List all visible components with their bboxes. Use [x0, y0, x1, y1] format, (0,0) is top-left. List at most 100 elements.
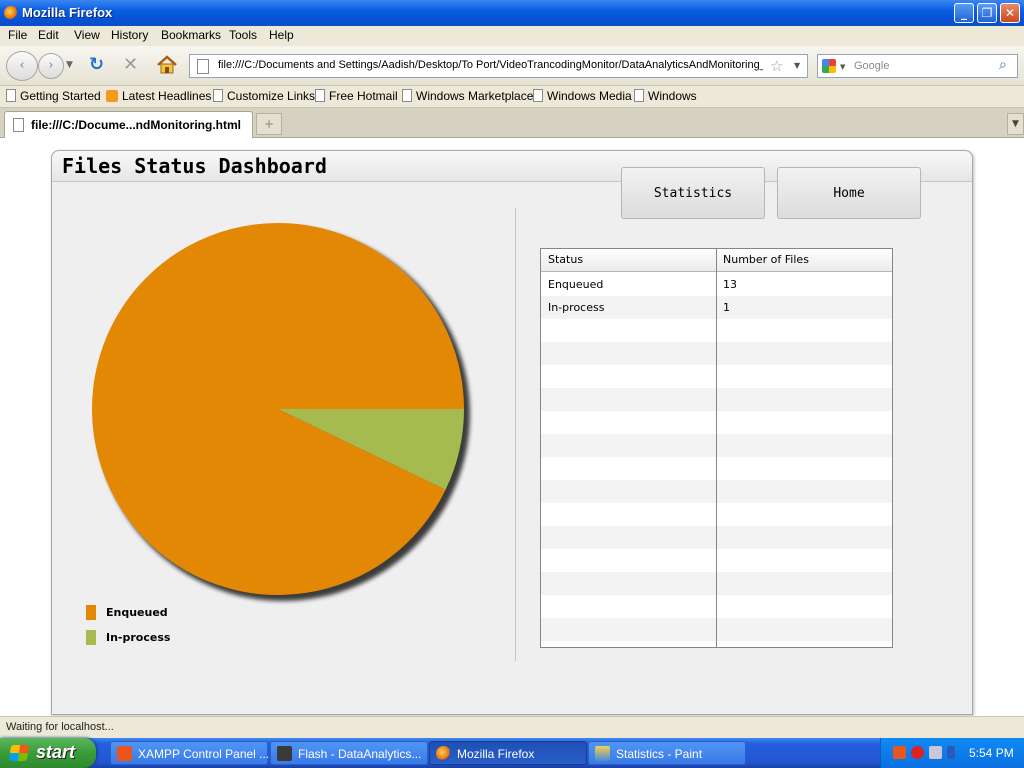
page-icon: [634, 89, 644, 102]
menu-history[interactable]: History: [111, 28, 148, 42]
page-icon: [213, 89, 223, 102]
network-icon[interactable]: [929, 746, 942, 759]
search-icon[interactable]: ⌕: [999, 57, 1007, 73]
paint-icon: [595, 746, 610, 761]
reload-icon[interactable]: ↻: [89, 55, 109, 75]
menu-view[interactable]: View: [74, 28, 100, 42]
security-icon[interactable]: [911, 746, 924, 759]
tab-list-button[interactable]: ▼: [1007, 113, 1024, 135]
url-dropdown-icon[interactable]: ▼: [794, 61, 800, 70]
clock: 5:54 PM: [969, 746, 1014, 760]
windows-logo-icon: [8, 745, 30, 761]
cell-number-of-files: 13: [723, 278, 737, 291]
pie-slice-enqueued: [91, 222, 464, 595]
page-icon: [533, 89, 543, 102]
taskbar-item-label: XAMPP Control Panel ...: [138, 747, 270, 761]
page-icon: [13, 118, 24, 132]
bookmark-label: Windows Marketplace: [416, 89, 534, 103]
search-engine-dropdown-icon[interactable]: ▼: [840, 63, 845, 71]
legend-item-enqueued: Enqueued: [86, 605, 196, 621]
page-icon: [315, 89, 325, 102]
url-text: file:///C:/Documents and Settings/Aadish…: [218, 59, 763, 71]
page-icon: [197, 59, 209, 74]
battery-icon[interactable]: [947, 746, 955, 759]
page-icon: [402, 89, 412, 102]
bookmark-label: Windows: [648, 89, 697, 103]
bookmark-label: Customize Links: [227, 89, 316, 103]
search-placeholder: Google: [854, 60, 890, 72]
url-bar[interactable]: file:///C:/Documents and Settings/Aadish…: [189, 54, 808, 78]
bookmark-windows-media[interactable]: Windows Media: [533, 89, 632, 103]
flash-icon: [277, 746, 292, 761]
status-text: Waiting for localhost...: [6, 721, 114, 733]
start-button[interactable]: start: [0, 738, 96, 768]
home-icon[interactable]: [156, 54, 178, 76]
google-icon[interactable]: [822, 59, 836, 73]
menu-bookmarks[interactable]: Bookmarks: [161, 28, 221, 42]
legend-label: Enqueued: [106, 606, 168, 619]
menu-help[interactable]: Help: [269, 28, 294, 42]
status-bar: Waiting for localhost...: [0, 716, 1024, 738]
xampp-icon: [117, 746, 132, 761]
new-tab-button[interactable]: +: [256, 113, 282, 135]
firefox-icon: [436, 746, 451, 761]
bookmark-label: Windows Media: [547, 89, 632, 103]
bookmark-customize-links[interactable]: Customize Links: [213, 89, 315, 103]
tab-active[interactable]: file:///C:/Docume...ndMonitoring.html: [4, 111, 253, 138]
bookmark-label: Free Hotmail: [329, 89, 398, 103]
bookmark-getting-started[interactable]: Getting Started: [6, 89, 101, 103]
dashboard-title: Files Status Dashboard: [62, 154, 327, 178]
cell-number-of-files: 1: [723, 301, 730, 314]
column-divider: [716, 249, 717, 647]
bookmark-label: Getting Started: [20, 89, 101, 103]
taskbar-item-label: Statistics - Paint: [616, 747, 703, 761]
minimize-button[interactable]: _: [954, 3, 974, 23]
page-icon: [6, 89, 16, 102]
status-table: Status Number of Files Enqueued 13 In-proc…: [540, 248, 893, 648]
firefox-icon: [4, 6, 18, 20]
cell-status: Enqueued: [548, 278, 604, 291]
window-title: Mozilla Firefox: [22, 5, 113, 20]
legend-swatch: [86, 630, 96, 645]
close-button[interactable]: ✕: [1000, 3, 1020, 23]
bookmarks-toolbar: Getting Started Latest Headlines Customi…: [0, 86, 1024, 108]
bookmark-label: Latest Headlines: [122, 89, 212, 103]
menu-file[interactable]: File: [8, 28, 27, 42]
maximize-button[interactable]: ❐: [977, 3, 997, 23]
taskbar-item-flash[interactable]: Flash - DataAnalytics...: [270, 741, 428, 765]
legend-label: In-process: [106, 631, 171, 644]
menu-tools[interactable]: Tools: [229, 28, 257, 42]
bookmark-star-icon[interactable]: ☆: [770, 57, 783, 75]
menu-edit[interactable]: Edit: [38, 28, 59, 42]
history-dropdown-icon[interactable]: ▼: [66, 60, 73, 70]
bookmark-windows[interactable]: Windows: [634, 89, 697, 103]
xampp-tray-icon[interactable]: [893, 746, 906, 759]
home-button[interactable]: Home: [777, 167, 921, 219]
panel-divider: [515, 208, 516, 661]
taskbar-item-paint[interactable]: Statistics - Paint: [588, 741, 746, 765]
taskbar-item-label: Flash - DataAnalytics...: [298, 747, 422, 761]
column-header-status[interactable]: Status: [548, 253, 583, 266]
cell-status: In-process: [548, 301, 605, 314]
legend-item-in-process: In-process: [86, 630, 196, 646]
column-header-number-of-files[interactable]: Number of Files: [723, 253, 809, 266]
taskbar-item-label: Mozilla Firefox: [457, 747, 535, 761]
status-pie-chart: [91, 222, 470, 601]
menu-bar: File Edit View History Bookmarks Tools H…: [0, 26, 1024, 46]
tab-label: file:///C:/Docume...ndMonitoring.html: [31, 118, 241, 132]
rss-icon: [106, 90, 118, 102]
forward-button[interactable]: ›: [38, 53, 64, 79]
bookmark-latest-headlines[interactable]: Latest Headlines: [106, 89, 211, 103]
system-tray: 5:54 PM: [880, 738, 1024, 768]
taskbar-item-xampp[interactable]: XAMPP Control Panel ...: [110, 741, 270, 765]
stop-icon[interactable]: ✕: [123, 55, 143, 75]
title-bar: Mozilla Firefox _ ❐ ✕: [0, 0, 1024, 26]
bookmark-windows-marketplace[interactable]: Windows Marketplace: [402, 89, 533, 103]
back-button[interactable]: ‹: [6, 51, 38, 81]
bookmark-free-hotmail[interactable]: Free Hotmail: [315, 89, 398, 103]
start-label: start: [36, 742, 76, 762]
statistics-button[interactable]: Statistics: [621, 167, 765, 219]
legend-swatch: [86, 605, 96, 620]
taskbar-item-firefox[interactable]: Mozilla Firefox: [429, 741, 587, 765]
search-bar[interactable]: ▼ Google ⌕: [817, 54, 1018, 78]
